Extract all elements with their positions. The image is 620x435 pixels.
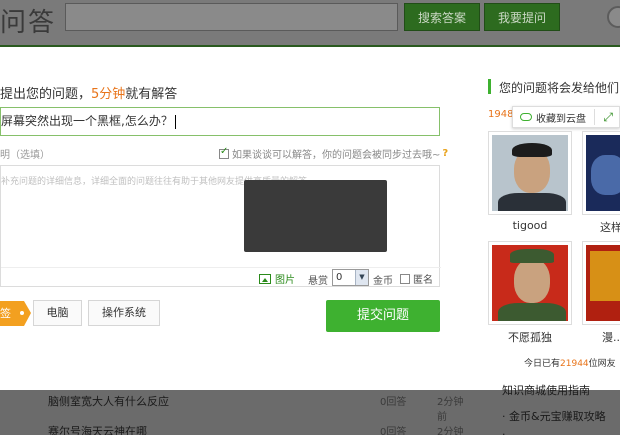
save-to-cloud-label: 收藏到云盘 (536, 113, 586, 125)
top-header: 问答 搜索答案 我要提问 (0, 0, 620, 46)
anonymous-label: 匿名 (413, 275, 433, 286)
panel-footer: 今日已有21944位网友 (524, 356, 616, 369)
expand-icon[interactable]: ⤢ (603, 110, 613, 125)
user-avatar-icon[interactable] (607, 6, 620, 28)
user-name[interactable]: tigood (488, 219, 572, 232)
search-input[interactable] (65, 3, 398, 31)
reward-select[interactable]: 0 ▼ (332, 269, 369, 286)
dialog-title: 提出您的问题，5分钟就有解答 (0, 83, 177, 102)
description-textarea[interactable]: 补充问题的详细信息，详细全面的问题往往有助于其他网友提供高质量的解答 图片 悬赏… (0, 165, 441, 287)
side-link: · 金币&元宝赚取攻略 (502, 410, 606, 423)
allow-answer-option[interactable]: 如果谈谈可以解答，你的问题会被同步过去哦~ ? (219, 146, 448, 161)
avatar[interactable] (488, 131, 572, 215)
tag-dot-icon (20, 311, 24, 315)
cloud-icon (520, 113, 532, 121)
description-label: 明（选填） (0, 150, 50, 161)
background-question-list: 脑侧室宽大人有什么反应 0回答 2分钟前 赛尔号海天云神在哪 0回答 2分钟前 … (0, 384, 620, 435)
ask-question-dialog: 提出您的问题，5分钟就有解答 屏幕突然出现一个黑框,怎么办？ 明（选填） 如果谈… (0, 47, 472, 390)
footer-suffix: 位网友 (588, 359, 616, 369)
reward-label: 悬赏 (308, 276, 328, 287)
dialog-title-suffix: 就有解答 (125, 87, 178, 102)
suit-shape (498, 193, 566, 211)
footer-count: 21944 (560, 359, 589, 369)
list-item-title: 赛尔号海天云神在哪 (48, 425, 147, 435)
list-item-time: 2分钟前 (437, 397, 464, 423)
uniform-shape (498, 303, 566, 321)
face-shape (514, 259, 550, 303)
tag-label-arrow: 签 (0, 301, 31, 326)
save-to-cloud-bar[interactable]: 收藏到云盘 ⤢ (512, 106, 620, 128)
poster-graphic (590, 251, 620, 301)
allow-answer-checkbox[interactable] (219, 146, 229, 159)
dialog-title-highlight: 5分钟 (91, 87, 126, 102)
insert-image-button[interactable]: 图片 (259, 271, 295, 286)
anonymous-checkbox[interactable] (400, 273, 410, 284)
question-input[interactable]: 屏幕突然出现一个黑框,怎么办？ (0, 107, 440, 136)
anime-figure (591, 155, 620, 195)
list-item: 脑侧室宽大人有什么反应 0回答 2分钟前 (0, 390, 470, 423)
panel-accent-bar (488, 79, 491, 94)
image-icon (259, 273, 271, 284)
user-name[interactable]: 漫... (582, 329, 620, 345)
user-name[interactable]: 这样 (582, 219, 620, 235)
chevron-down-icon: ▼ (355, 270, 368, 285)
dialog-title-prefix: 提出您的问题， (0, 87, 92, 102)
hair-shape (512, 143, 552, 157)
panel-title: 您的问题将会发给他们 (499, 81, 620, 95)
list-item-count: 0回答 (380, 427, 407, 435)
avatar[interactable] (582, 241, 620, 325)
list-item-count: 0回答 (380, 397, 407, 408)
panel-number: 1948 (488, 109, 514, 120)
ask-question-button[interactable]: 我要提问 (484, 3, 560, 31)
cap-shape (510, 249, 554, 263)
footer-prefix: 今日已有 (524, 359, 561, 369)
side-link: 知识商城使用指南 (502, 384, 590, 397)
tag-arrow-text: 签 (0, 307, 11, 320)
reward-value: 0 (336, 272, 343, 283)
anonymous-option[interactable]: 匿名 (400, 271, 433, 286)
allow-answer-label: 如果谈谈可以解答，你的问题会被同步过去哦~ (232, 150, 441, 161)
list-item-time: 2分钟前 (437, 427, 464, 435)
question-input-value: 屏幕突然出现一个黑框,怎么办？ (1, 114, 173, 128)
avatar[interactable] (582, 131, 620, 215)
recipients-panel: 您的问题将会发给他们 1948 收藏到云盘 ⤢ tigood 这样 不愿孤独 漫… (472, 47, 620, 390)
side-links: 知识商城使用指南 · 金币&元宝赚取攻略 · (472, 384, 620, 435)
side-link: · (502, 428, 506, 435)
divider (594, 109, 595, 125)
list-item-title: 脑侧室宽大人有什么反应 (48, 395, 169, 408)
text-caret (174, 114, 176, 129)
editor-toolbar: 图片 悬赏 0 ▼ 金币 匿名 (1, 267, 441, 287)
tag-operating-system[interactable]: 操作系统 (88, 300, 160, 326)
help-icon[interactable]: ? (442, 148, 448, 159)
user-name[interactable]: 不愿孤独 (488, 329, 572, 345)
image-tool-label: 图片 (275, 275, 295, 286)
list-item: 赛尔号海天云神在哪 0回答 2分钟前 (0, 420, 470, 435)
black-overlay-box (244, 180, 387, 252)
submit-question-button[interactable]: 提交问题 (326, 300, 440, 332)
site-logo[interactable]: 问答 (0, 2, 56, 39)
coin-label: 金币 (373, 276, 393, 287)
avatar[interactable] (488, 241, 572, 325)
search-answer-button[interactable]: 搜索答案 (404, 3, 480, 31)
tag-computer[interactable]: 电脑 (33, 300, 82, 326)
